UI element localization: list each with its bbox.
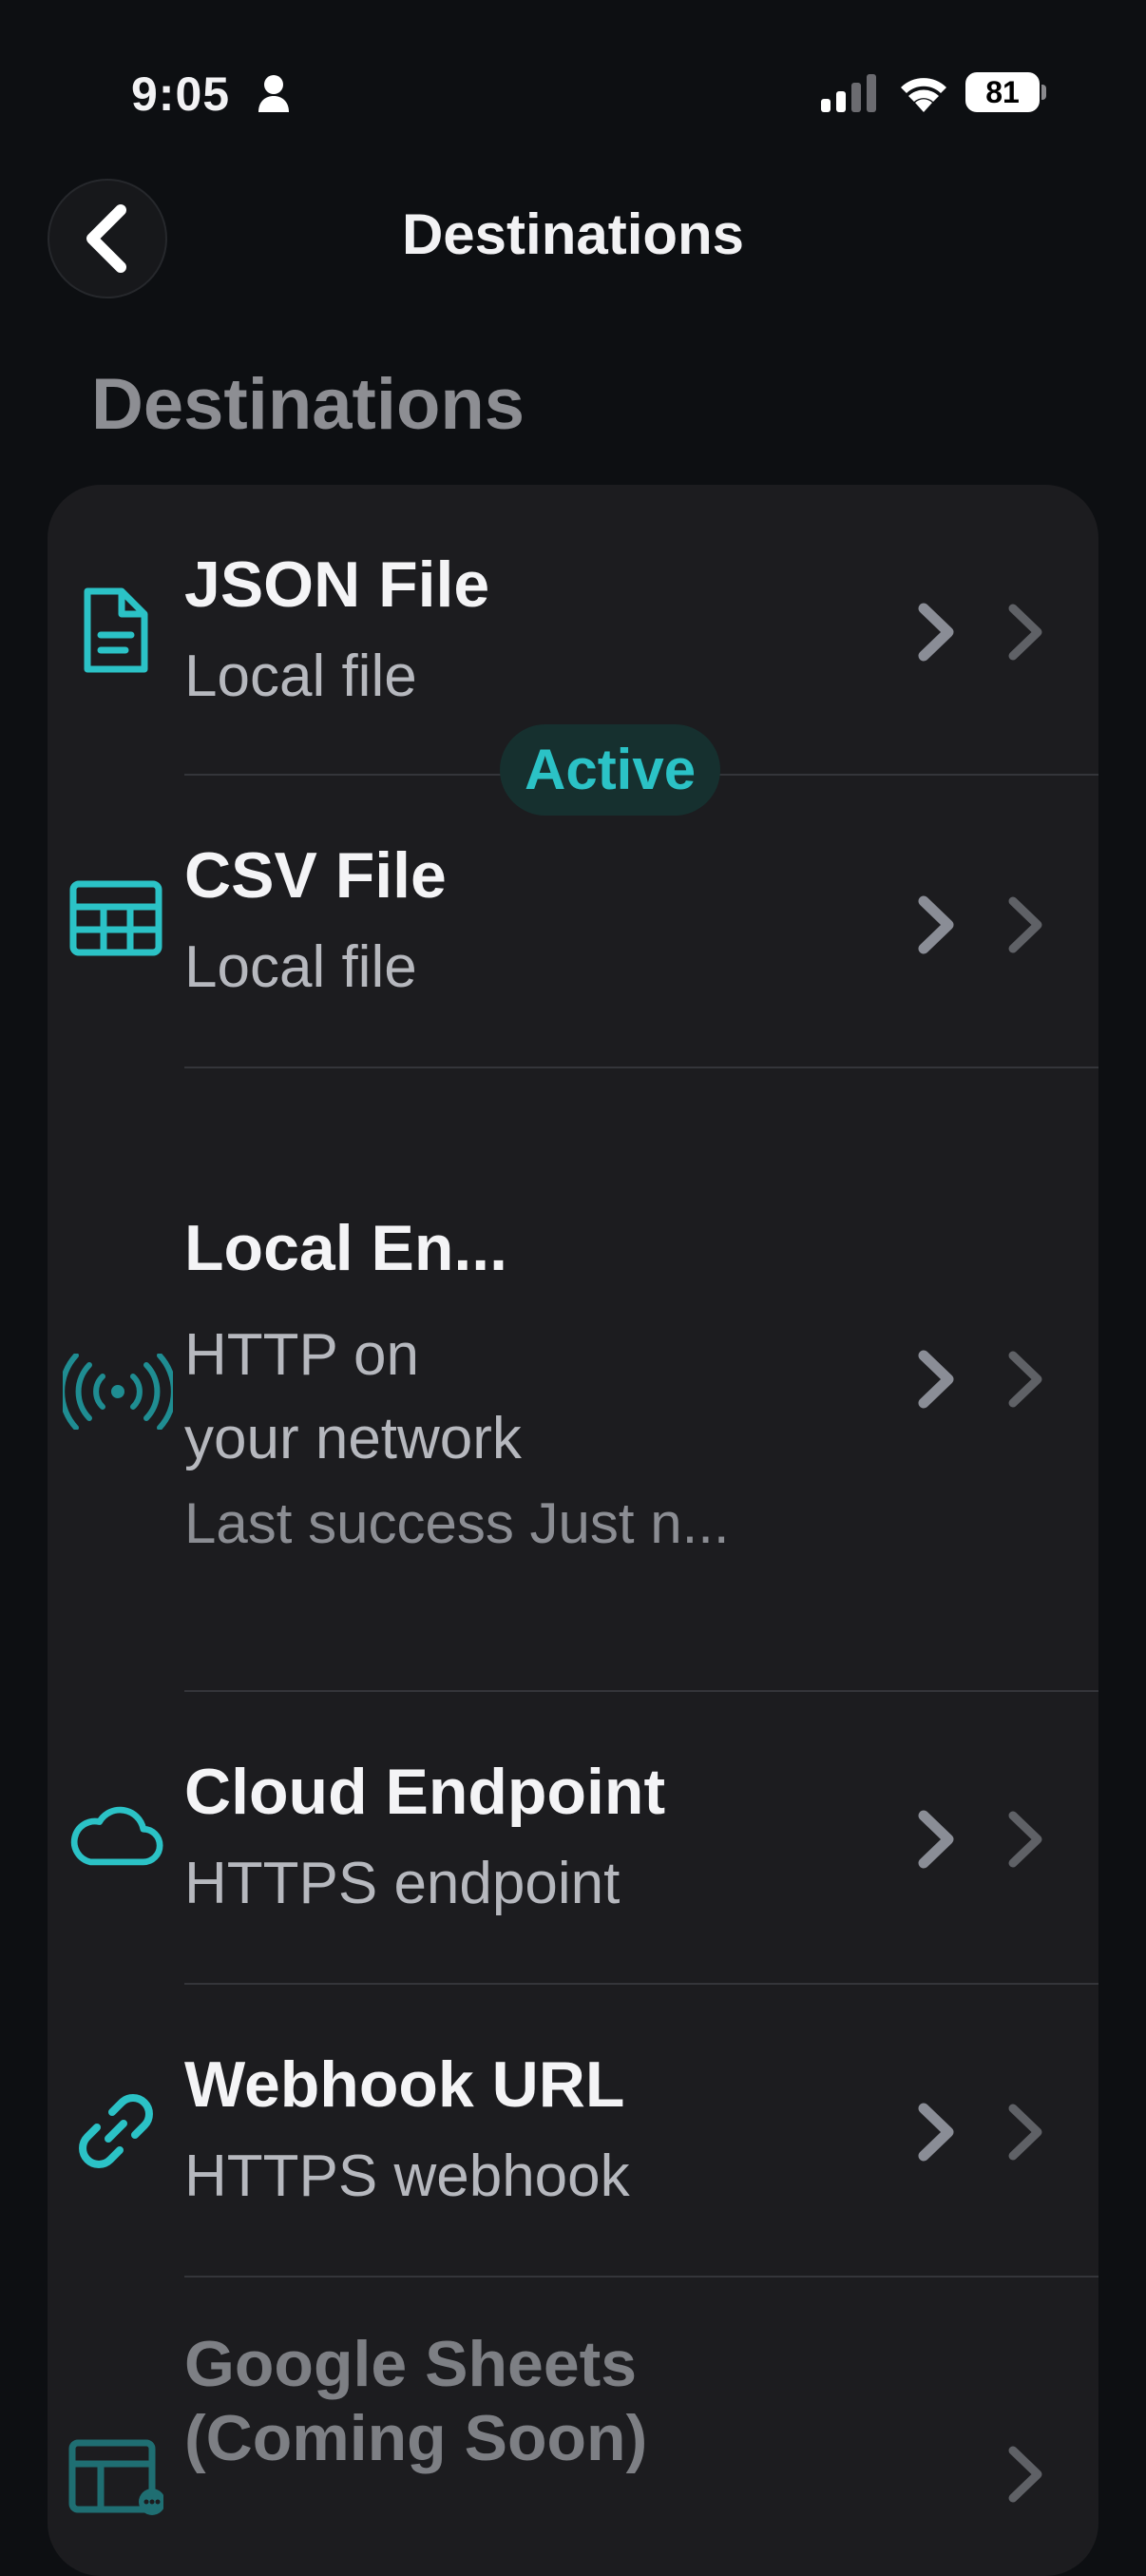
destination-row-cloud-endpoint[interactable]: Cloud Endpoint HTTPS endpoint (48, 1692, 1098, 1985)
destination-subtitle: Local file (184, 644, 417, 709)
status-badge-active: Active (500, 724, 721, 816)
chevron-right-icon (918, 1810, 954, 1869)
destination-title: JSON File (184, 548, 490, 621)
person-icon (258, 75, 289, 112)
chevron-right-icon (1008, 604, 1042, 661)
cloud-icon (68, 1787, 163, 1882)
table-icon (68, 871, 163, 966)
chevron-right-icon (1008, 1811, 1042, 1868)
chevron-right-icon (1008, 2104, 1042, 2161)
destination-subtitle: HTTPS webhook (184, 2143, 630, 2209)
destination-row-local-endpoint[interactable]: Local En... HTTP on your network Last su… (48, 1068, 1098, 1692)
destination-title: Local En... (184, 1212, 508, 1284)
status-time: 9:05 (131, 67, 231, 121)
destination-subtitle: HTTPS endpoint (184, 1851, 621, 1916)
section-title: Destinations (91, 364, 525, 445)
destination-subtitle: Local file (184, 934, 417, 1000)
destination-title: Webhook URL (184, 2048, 625, 2121)
chevron-right-icon (918, 2103, 954, 2162)
destination-last-success: Last success Just n... (184, 1491, 730, 1555)
chevron-right-icon (1008, 1351, 1042, 1408)
status-bar: 9:05 81 (0, 0, 1146, 181)
cellular-signal-icon (821, 74, 876, 112)
link-icon (68, 2084, 163, 2179)
destination-title-line2: (Coming Soon) (184, 2402, 648, 2474)
destination-title: Cloud Endpoint (184, 1756, 666, 1828)
chevron-right-icon (918, 603, 954, 662)
destination-row-google-sheets: Google Sheets (Coming Soon) (48, 2278, 1098, 2515)
destination-row-csv[interactable]: CSV File Local file (48, 776, 1098, 1068)
destination-row-webhook[interactable]: Webhook URL HTTPS webhook (48, 1985, 1098, 2278)
battery-level: 81 (965, 72, 1040, 112)
destination-title: CSV File (184, 839, 447, 912)
wifi-icon (901, 78, 946, 112)
chevron-right-icon (918, 1350, 954, 1409)
chevron-right-icon (1008, 2446, 1042, 2503)
destination-subtitle-line2: your network (184, 1406, 522, 1471)
destination-title-line1: Google Sheets (184, 2328, 638, 2400)
nav-title: Destinations (401, 202, 745, 266)
battery-cap (1041, 85, 1046, 100)
spreadsheet-icon (68, 2430, 163, 2525)
broadcast-icon (61, 1344, 175, 1439)
document-icon (68, 584, 163, 679)
chevron-right-icon (918, 895, 954, 954)
chevron-right-icon (1008, 896, 1042, 953)
battery-indicator: 81 (965, 72, 1046, 112)
destination-subtitle-line1: HTTP on (184, 1322, 419, 1388)
